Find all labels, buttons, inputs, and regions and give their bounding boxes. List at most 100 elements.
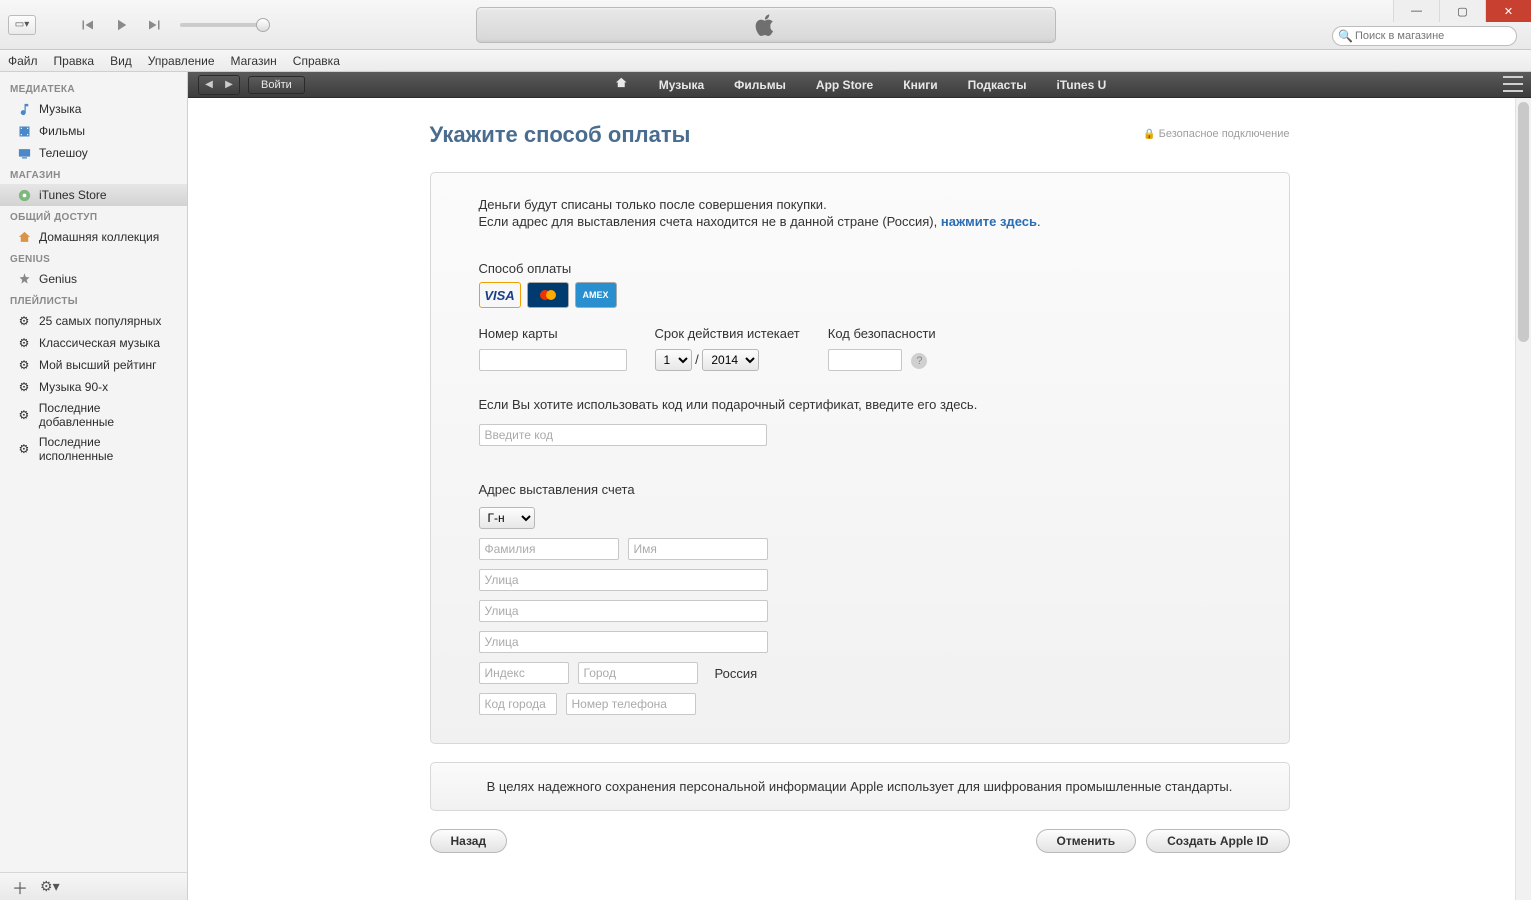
nav-music-link[interactable]: Музыка: [659, 78, 704, 92]
card-number-input[interactable]: [479, 349, 627, 371]
sidebar-item-movies[interactable]: Фильмы: [0, 120, 187, 142]
street2-input[interactable]: [479, 600, 768, 622]
menu-view[interactable]: Вид: [110, 54, 132, 68]
postal-code-input[interactable]: [479, 662, 569, 684]
country-label: Россия: [715, 666, 758, 681]
page-body: Укажите способ оплаты Безопасное подключ…: [188, 98, 1531, 900]
firstname-input[interactable]: [628, 538, 768, 560]
sidebar-playlist[interactable]: ⚙ Мой высший рейтинг: [0, 354, 187, 376]
store-icon: [16, 187, 32, 203]
sidebar-item-label: Мой высший рейтинг: [39, 358, 156, 372]
sidebar-item-tv[interactable]: Телешоу: [0, 142, 187, 164]
add-playlist-button[interactable]: ＋: [12, 875, 28, 899]
info-text-1: Деньги будут списаны только после соверш…: [479, 197, 1241, 212]
lastname-input[interactable]: [479, 538, 619, 560]
area-code-input[interactable]: [479, 693, 557, 715]
sidebar-footer: ＋ ⚙▾: [0, 872, 187, 900]
genius-icon: [16, 271, 32, 287]
film-icon: [16, 123, 32, 139]
card-option-amex[interactable]: AMEX: [575, 282, 617, 308]
sidebar-section-store: МАГАЗИН: [0, 164, 187, 184]
encryption-footnote: В целях надежного сохранения персонально…: [430, 762, 1290, 811]
sidebar-playlist[interactable]: ⚙Классическая музыка: [0, 332, 187, 354]
gift-code-input[interactable]: [479, 424, 767, 446]
sidebar-item-label: Музыка: [39, 102, 81, 116]
scrollbar[interactable]: [1515, 98, 1531, 900]
menu-file[interactable]: Файл: [8, 54, 38, 68]
sidebar-item-label: iTunes Store: [39, 188, 107, 202]
nav-home-link[interactable]: [613, 76, 629, 93]
salutation-select[interactable]: Г-н: [479, 507, 535, 529]
card-option-visa[interactable]: VISA: [479, 282, 521, 308]
gear-icon: ⚙: [16, 407, 32, 423]
gear-icon: ⚙: [16, 379, 32, 395]
button-row: Назад Отменить Создать Apple ID: [430, 829, 1290, 853]
store-search-input[interactable]: [1332, 26, 1517, 46]
gear-icon: ⚙: [16, 441, 32, 457]
menu-controls[interactable]: Управление: [148, 54, 215, 68]
music-icon: [16, 101, 32, 117]
nav-itunesu-link[interactable]: iTunes U: [1056, 78, 1106, 92]
nav-movies-link[interactable]: Фильмы: [734, 78, 786, 92]
tv-icon: [16, 145, 32, 161]
nav-menu-button[interactable]: [1503, 76, 1523, 92]
sidebar-item-label: Genius: [39, 272, 77, 286]
create-apple-id-button[interactable]: Создать Apple ID: [1146, 829, 1289, 853]
menu-store[interactable]: Магазин: [231, 54, 277, 68]
expiry-year-select[interactable]: 2014: [702, 349, 759, 371]
sidebar-playlist[interactable]: ⚙Музыка 90-х: [0, 376, 187, 398]
settings-gear-button[interactable]: ⚙▾: [40, 878, 60, 895]
apple-logo-icon: [754, 13, 778, 37]
phone-number-input[interactable]: [566, 693, 696, 715]
menu-help[interactable]: Справка: [293, 54, 340, 68]
back-button[interactable]: Назад: [430, 829, 508, 853]
sidebar-item-home-sharing[interactable]: Домашняя коллекция: [0, 226, 187, 248]
nav-books-link[interactable]: Книги: [903, 78, 937, 92]
info-text-2: Если адрес для выставления счета находит…: [479, 214, 1241, 229]
cvv-input[interactable]: [828, 349, 902, 371]
cancel-button[interactable]: Отменить: [1036, 829, 1137, 853]
sidebar-item-music[interactable]: Музыка: [0, 98, 187, 120]
sidebar-item-label: Классическая музыка: [39, 336, 160, 350]
store-navbar: ◀ ▶ Войти Музыка Фильмы App Store Книги …: [188, 72, 1531, 98]
city-input[interactable]: [578, 662, 698, 684]
next-track-button[interactable]: [140, 13, 170, 37]
view-switcher[interactable]: ▭▾: [8, 15, 36, 35]
sidebar-playlist[interactable]: ⚙Последние добавленные: [0, 398, 187, 432]
sidebar-item-itunes-store[interactable]: iTunes Store: [0, 184, 187, 206]
minimize-button[interactable]: —: [1393, 0, 1439, 22]
nav-podcasts-link[interactable]: Подкасты: [968, 78, 1027, 92]
sidebar-item-genius[interactable]: Genius: [0, 268, 187, 290]
nav-appstore-link[interactable]: App Store: [816, 78, 873, 92]
gift-code-text: Если Вы хотите использовать код или пода…: [479, 397, 1241, 412]
sidebar-playlist[interactable]: ⚙25 самых популярных: [0, 310, 187, 332]
maximize-button[interactable]: ▢: [1439, 0, 1485, 22]
expiry-label: Срок действия истекает: [655, 326, 800, 341]
scrollbar-thumb[interactable]: [1518, 102, 1529, 342]
cvv-help-icon[interactable]: ?: [911, 353, 927, 369]
change-country-link[interactable]: нажмите здесь: [941, 214, 1037, 229]
sidebar-playlist[interactable]: ⚙Последние исполненные: [0, 432, 187, 466]
gear-icon: ⚙: [16, 357, 32, 373]
street1-input[interactable]: [479, 569, 768, 591]
volume-slider[interactable]: [180, 23, 270, 27]
close-button[interactable]: ✕: [1485, 0, 1531, 22]
sidebar: МЕДИАТЕКА Музыка Фильмы Телешоу МАГАЗИН …: [0, 72, 188, 900]
street3-input[interactable]: [479, 631, 768, 653]
card-option-mastercard[interactable]: [527, 282, 569, 308]
sidebar-section-library: МЕДИАТЕКА: [0, 78, 187, 98]
nav-history: ◀ ▶: [198, 75, 240, 95]
nav-back-button[interactable]: ◀: [199, 76, 219, 94]
sidebar-item-label: Телешоу: [39, 146, 88, 160]
sign-in-button[interactable]: Войти: [248, 76, 305, 94]
prev-track-button[interactable]: [72, 13, 102, 37]
home-icon: [16, 229, 32, 245]
home-icon: [613, 76, 629, 90]
sidebar-section-shared: ОБЩИЙ ДОСТУП: [0, 206, 187, 226]
play-button[interactable]: [106, 13, 136, 37]
nav-forward-button[interactable]: ▶: [219, 76, 239, 94]
card-number-label: Номер карты: [479, 326, 627, 341]
menu-edit[interactable]: Правка: [54, 54, 95, 68]
search-icon: 🔍: [1338, 29, 1353, 43]
expiry-month-select[interactable]: 1: [655, 349, 692, 371]
